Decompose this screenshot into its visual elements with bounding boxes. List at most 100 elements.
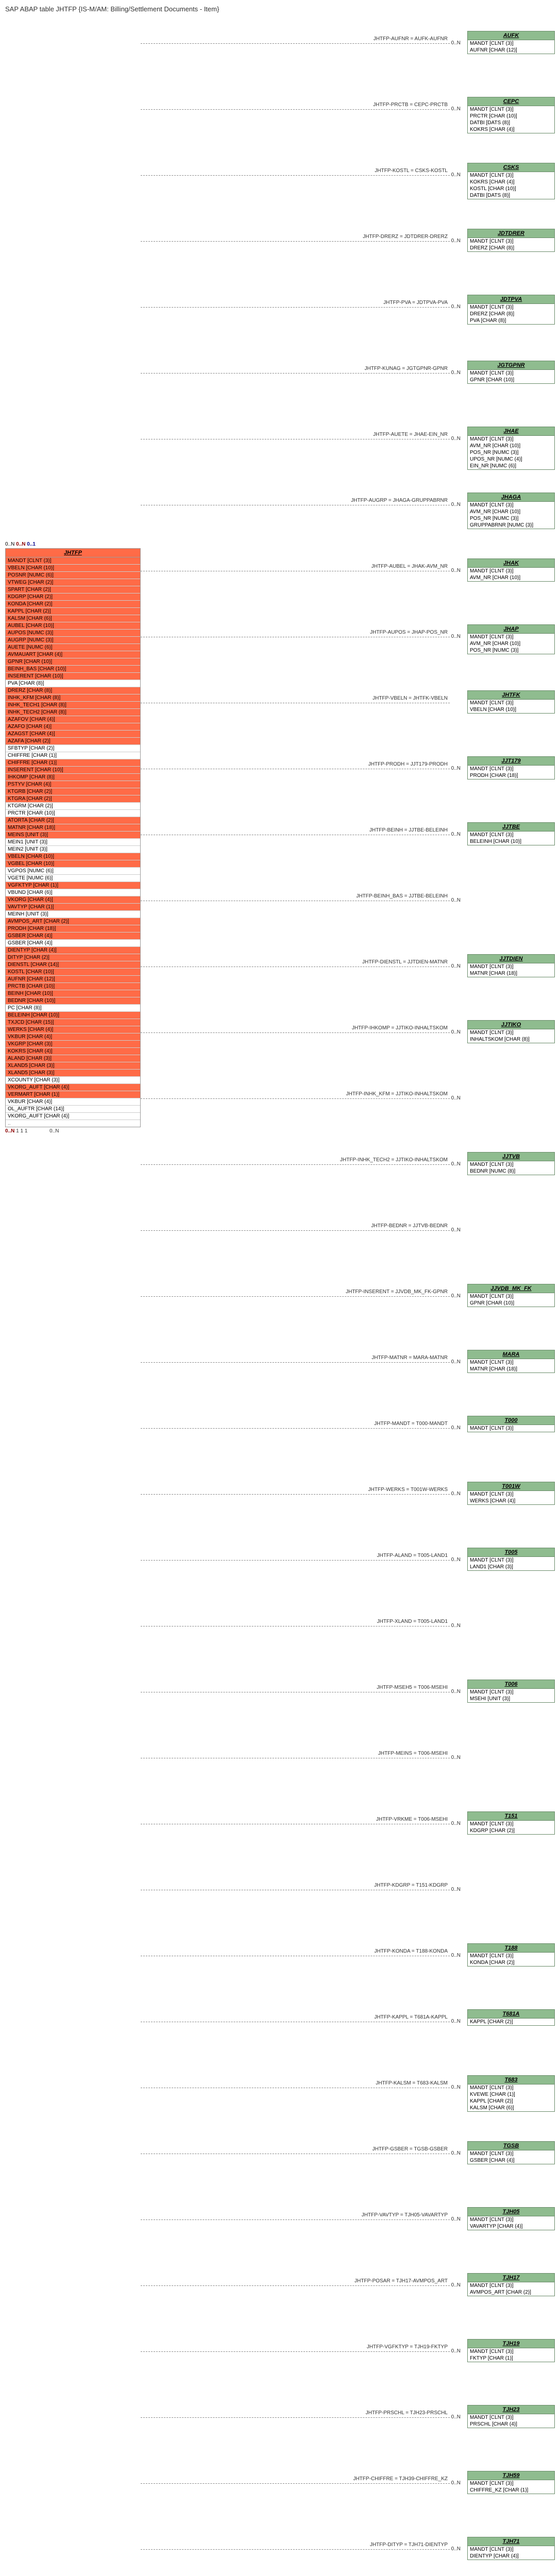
- main-table-field: BEINH [CHAR (10)]: [6, 990, 140, 997]
- target-table-field: DRERZ [CHAR (8)]: [468, 311, 554, 317]
- relation-label: JHTFP-DITYP = TJH71-DIENTYP: [370, 2542, 448, 2548]
- cardinality-right: 0..N: [451, 2084, 461, 2090]
- target-table-header[interactable]: JGTGPNR: [468, 361, 554, 370]
- connector-line: [141, 2285, 450, 2286]
- target-table-header[interactable]: TJH23: [468, 2405, 554, 2414]
- main-table-field: DRERZ [CHAR (8)]: [6, 687, 140, 694]
- target-table-box: TJH19MANDT [CLNT (3)]FKTYP [CHAR (1)]: [467, 2339, 555, 2362]
- target-table-field: MANDT [CLNT (3)]: [468, 1425, 554, 1432]
- relation-label: JHTFP-MATNR = MARA-MATNR: [371, 1355, 448, 1361]
- target-table-header[interactable]: TJH59: [468, 2471, 554, 2480]
- cardinality-right: 0..N: [451, 634, 461, 639]
- cardinality-right: 0..N: [451, 1161, 461, 1167]
- target-table-box: TJH17MANDT [CLNT (3)]AVMPOS_ART [CHAR (2…: [467, 2273, 555, 2296]
- target-table-header[interactable]: T006: [468, 1680, 554, 1689]
- target-table-header[interactable]: T681A: [468, 2010, 554, 2019]
- relation-label: JHTFP-KOSTL = CSKS-KOSTL: [375, 168, 448, 174]
- target-table-header[interactable]: T683: [468, 2076, 554, 2084]
- target-table-header[interactable]: TJH17: [468, 2274, 554, 2282]
- target-table-field: MANDT [CLNT (3)]: [468, 1689, 554, 1696]
- target-table-field: MATNR [CHAR (18)]: [468, 1366, 554, 1372]
- main-table-field: PVA [CHAR (8)]: [6, 680, 140, 687]
- target-table-field: MANDT [CLNT (3)]: [468, 700, 554, 706]
- target-table-header[interactable]: JJTVB: [468, 1153, 554, 1161]
- target-table-field: KOSTL [CHAR (10)]: [468, 185, 554, 192]
- connector-line: [141, 307, 450, 308]
- target-table-header[interactable]: JHAK: [468, 559, 554, 568]
- target-table-box: T151MANDT [CLNT (3)]KDGRP [CHAR (2)]: [467, 1811, 555, 1835]
- relation-label: JHTFP-VGFKTYP = TJH19-FKTYP: [367, 2344, 448, 2350]
- target-table-header[interactable]: JJTIKO: [468, 1021, 554, 1029]
- target-table-header[interactable]: T000: [468, 1416, 554, 1425]
- cardinality-right: 0..N: [451, 2480, 461, 2486]
- target-table-box: JHAEMANDT [CLNT (3)]AVM_NR [CHAR (10)]PO…: [467, 427, 555, 470]
- target-table-field: DATBI [DATS (8)]: [468, 120, 554, 126]
- main-table-field: KTGRA [CHAR (2)]: [6, 795, 140, 803]
- target-table-header[interactable]: JJTDIEN: [468, 955, 554, 963]
- target-table-field: MANDT [CLNT (3)]: [468, 1557, 554, 1564]
- target-table-header[interactable]: TJH71: [468, 2537, 554, 2546]
- target-table-field: MANDT [CLNT (3)]: [468, 2546, 554, 2553]
- relation-label: JHTFP-VBELN = JHTFK-VBELN: [372, 696, 448, 701]
- relation-label: JHTFP-KDGRP = T151-KDGRP: [374, 1883, 448, 1888]
- main-table-field: KDGRP [CHAR (2)]: [6, 594, 140, 601]
- target-table-header[interactable]: JHAGA: [468, 493, 554, 502]
- main-table-field: XLAND5 [CHAR (3)]: [6, 1070, 140, 1077]
- target-table-header[interactable]: T001W: [468, 1482, 554, 1491]
- relation-label: JHTFP-VRKME = T006-MSEHI: [376, 1817, 448, 1822]
- main-table-field: MEIN2 [UNIT (3)]: [6, 846, 140, 853]
- target-table-header[interactable]: TGSB: [468, 2142, 554, 2150]
- target-table-header[interactable]: TJH19: [468, 2340, 554, 2348]
- target-table-header[interactable]: MARA: [468, 1350, 554, 1359]
- target-table-box: JJTBEMANDT [CLNT (3)]BELEINH [CHAR (10)]: [467, 822, 555, 845]
- target-table-box: TJH59MANDT [CLNT (3)]CHIFFRE_KZ [CHAR (1…: [467, 2471, 555, 2494]
- connector-line: [141, 1098, 450, 1099]
- main-table-field: KOKRS [CHAR (4)]: [6, 1048, 140, 1055]
- page-title: SAP ABAP table JHTFP {IS-M/AM: Billing/S…: [5, 5, 555, 13]
- main-table-field: WERKS [CHAR (4)]: [6, 1026, 140, 1033]
- main-table-field: OL_AUFTR [CHAR (14)]: [6, 1106, 140, 1113]
- relation-label: JHTFP-INHK_KFM = JJTIKO-INHALTSKOM: [346, 1091, 448, 1097]
- target-table-field: KALSM [CHAR (6)]: [468, 2105, 554, 2111]
- relation-label: JHTFP-CHIFFRE = TJH39-CHIFFRE_KZ: [353, 2476, 448, 2482]
- main-table-field: PRCTR [CHAR (10)]: [6, 810, 140, 817]
- target-table-header[interactable]: T188: [468, 1944, 554, 1953]
- target-table-header[interactable]: JHTFK: [468, 691, 554, 700]
- relation-label: JHTFP-PRCTB = CEPC-PRCTB: [373, 102, 448, 108]
- main-table-header[interactable]: JHTFP: [6, 549, 140, 557]
- target-table-header[interactable]: AUFK: [468, 31, 554, 40]
- relation-label: JHTFP-PRODH = JJT179-PRODH: [368, 761, 448, 767]
- cardinality-right: 0..N: [451, 1623, 461, 1629]
- target-table-header[interactable]: JHAP: [468, 625, 554, 634]
- target-table-field: UPOS_NR [NUMC (4)]: [468, 456, 554, 463]
- target-table-header[interactable]: TJH05: [468, 2208, 554, 2216]
- target-table-header[interactable]: CSKS: [468, 163, 554, 172]
- target-table-box: JJTVBMANDT [CLNT (3)]BEDNR [NUMC (8)]: [467, 1152, 555, 1175]
- target-table-header[interactable]: CEPC: [468, 97, 554, 106]
- target-table-field: GPNR [CHAR (10)]: [468, 377, 554, 383]
- main-table-field: AUFNR [CHAR (12)]: [6, 976, 140, 983]
- main-table-field: AVMPOS_ART [CHAR (2)]: [6, 918, 140, 925]
- target-table-field: MANDT [CLNT (3)]: [468, 1029, 554, 1036]
- target-table-header[interactable]: JJVDB_MK_FK: [468, 1284, 554, 1293]
- cardinality-right: 0..N: [451, 2546, 461, 2552]
- target-table-field: MANDT [CLNT (3)]: [468, 2348, 554, 2355]
- target-table-header[interactable]: JJT179: [468, 757, 554, 766]
- cardinality-right: 0..N: [451, 1953, 461, 1958]
- target-table-header[interactable]: JJTBE: [468, 823, 554, 832]
- target-table-header[interactable]: T005: [468, 1548, 554, 1557]
- relation-label: JHTFP-KONDA = T188-KONDA: [375, 1948, 448, 1954]
- relation-label: JHTFP-AUFNR = AUFK-AUFNR: [374, 36, 448, 42]
- cardinality-right: 0..N: [451, 2019, 461, 2024]
- target-table-header[interactable]: JHAE: [468, 427, 554, 436]
- target-table-field: GRUPPABRNR [NUMC (3)]: [468, 522, 554, 529]
- target-table-header[interactable]: JDTDRER: [468, 229, 554, 238]
- cardinality-right: 0..N: [451, 172, 461, 178]
- target-table-header[interactable]: JDTPVA: [468, 295, 554, 304]
- target-table-field: AVM_NR [CHAR (10)]: [468, 509, 554, 515]
- connector-line: [141, 2483, 450, 2484]
- main-table-field: AZAFA [CHAR (2)]: [6, 738, 140, 745]
- main-table-field: KALSM [CHAR (6)]: [6, 615, 140, 622]
- relation-label: JHTFP-AUETE = JHAE-EIN_NR: [373, 432, 448, 437]
- target-table-header[interactable]: T151: [468, 1812, 554, 1821]
